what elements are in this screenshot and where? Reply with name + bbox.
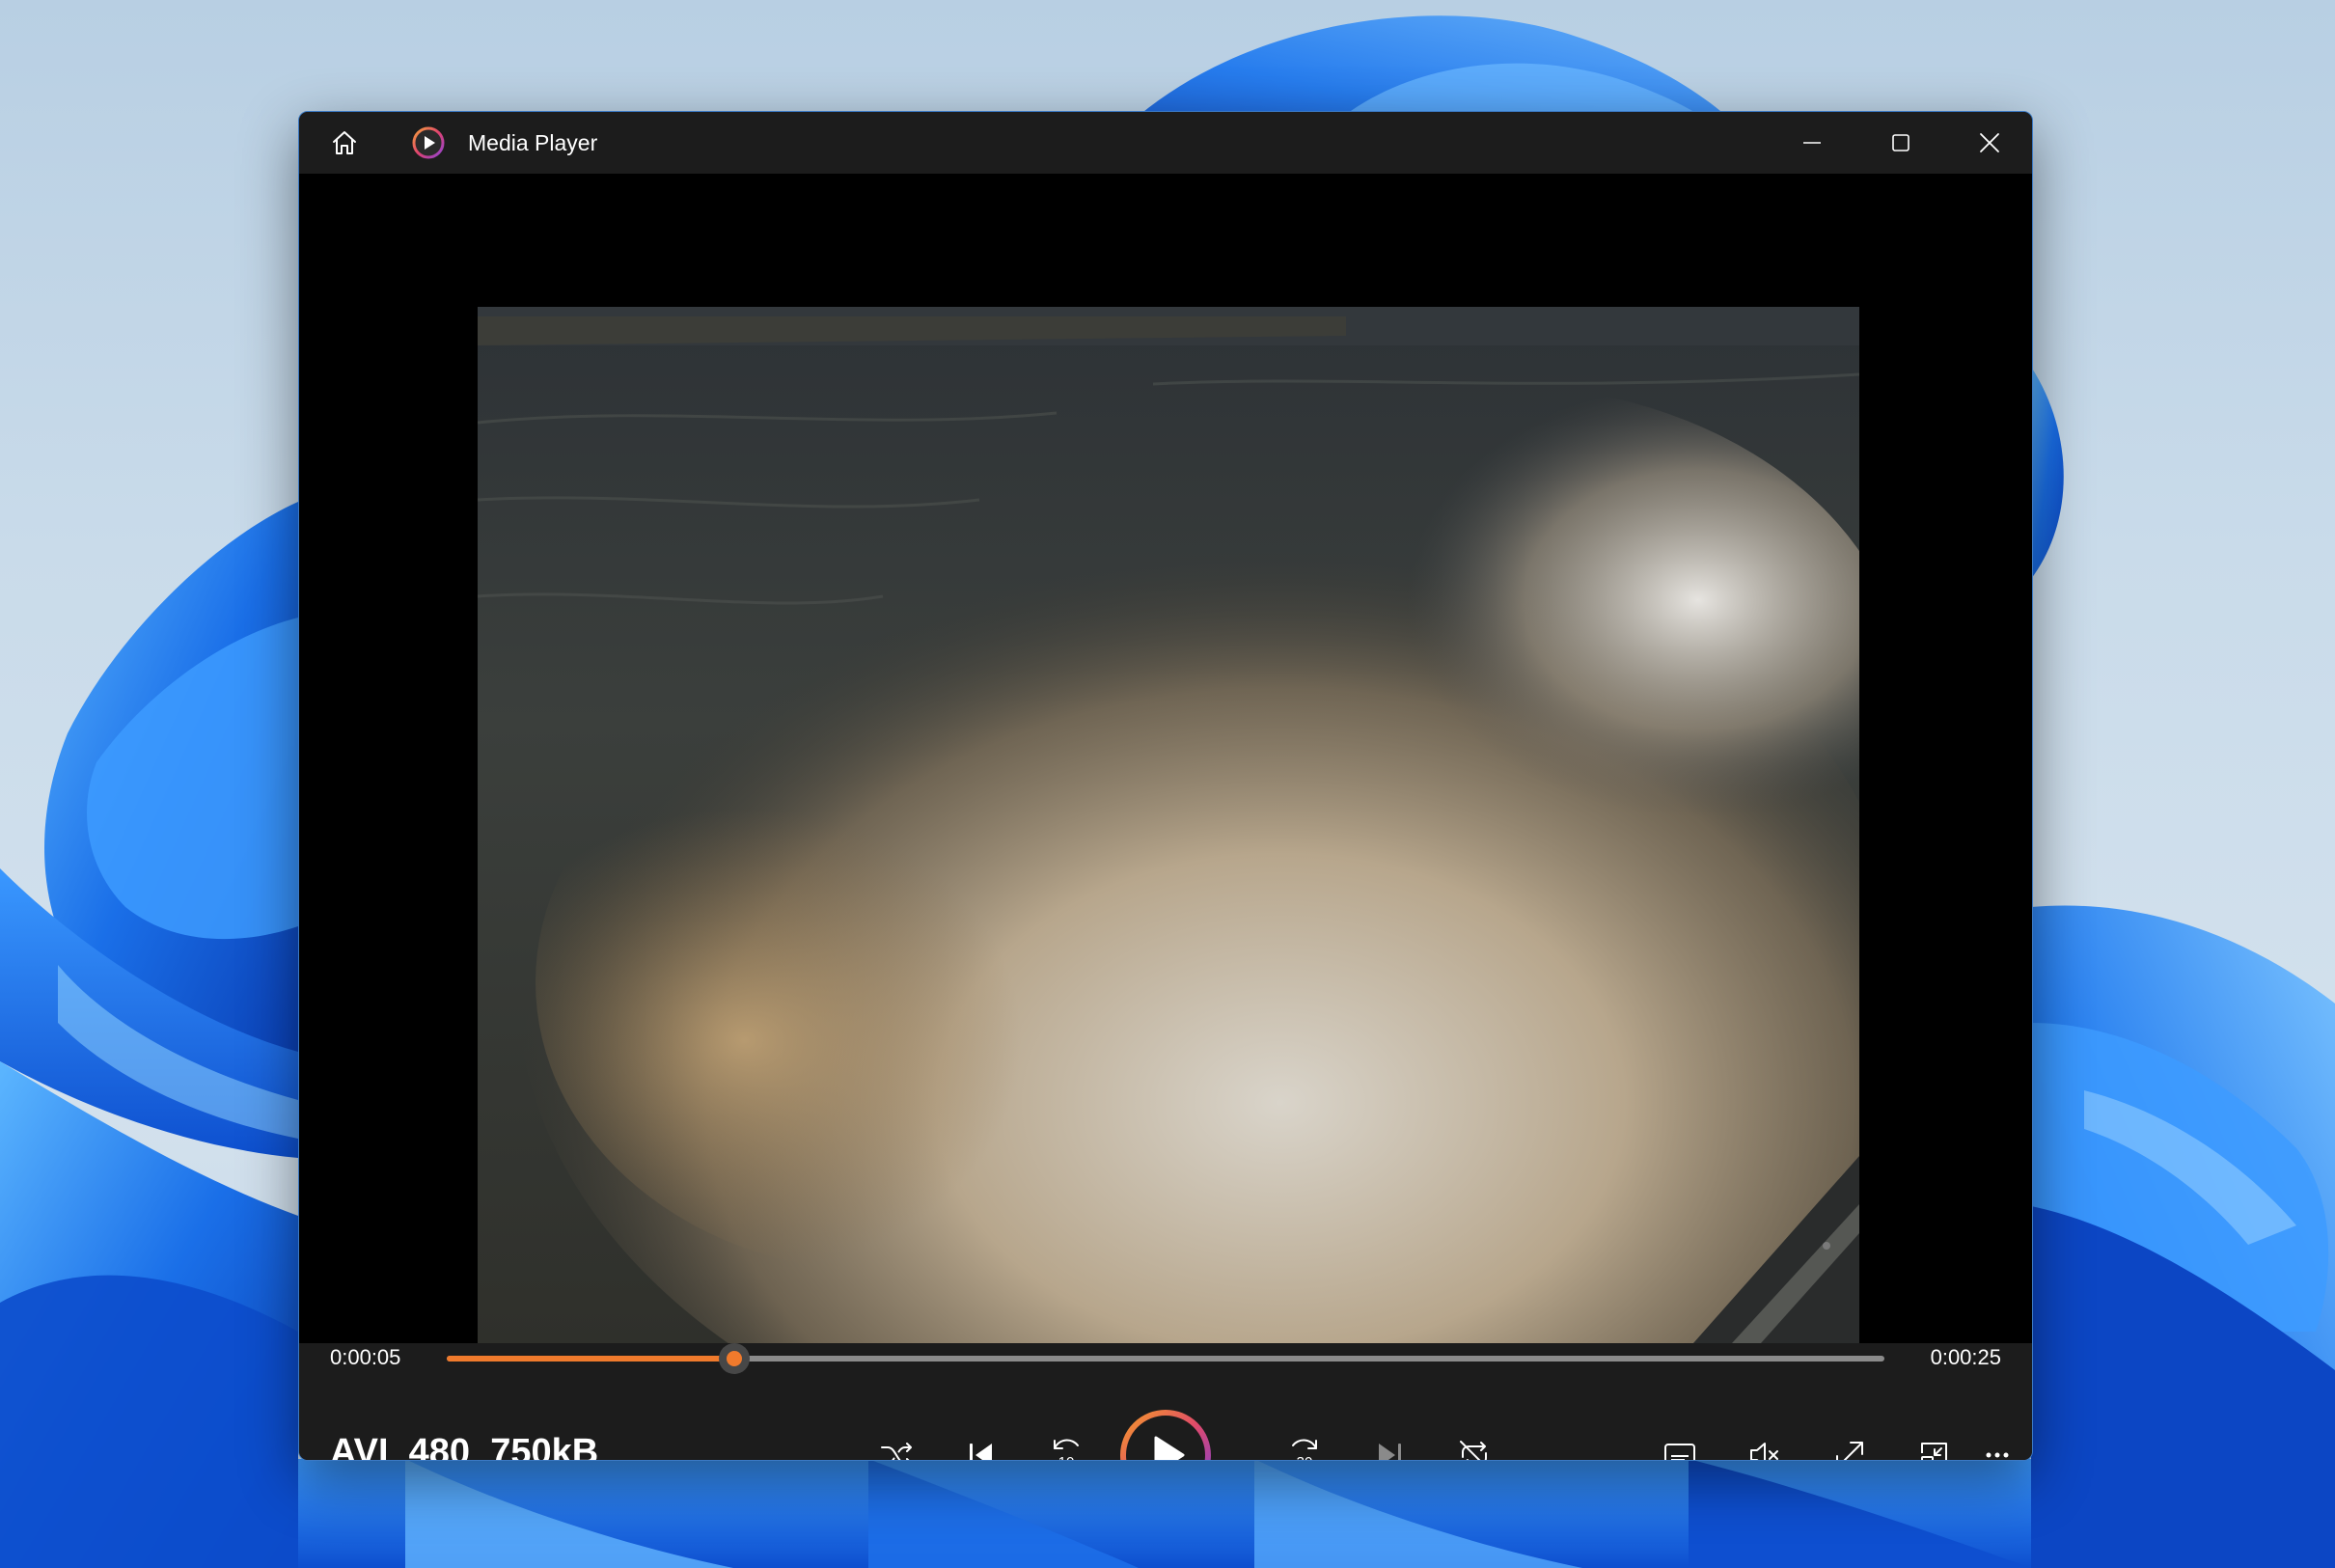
video-frame[interactable] xyxy=(478,307,1859,1343)
next-button[interactable] xyxy=(1360,1426,1418,1460)
title-bar: Media Player xyxy=(299,112,2032,174)
home-icon xyxy=(333,131,356,154)
captions-button[interactable] xyxy=(1651,1426,1709,1460)
minimize-button[interactable] xyxy=(1768,112,1856,174)
video-area[interactable] xyxy=(299,174,2032,1343)
fullscreen-button[interactable] xyxy=(1821,1426,1879,1460)
mini-player-button[interactable] xyxy=(1906,1426,1964,1460)
total-duration: 0:00:25 xyxy=(1930,1345,2001,1369)
previous-icon xyxy=(970,1444,992,1460)
volume-muted-icon xyxy=(1750,1443,1778,1460)
shuffle-icon xyxy=(881,1443,912,1460)
playback-controls: 0:00:05 0:00:25 AVI_480_750kB 10 xyxy=(299,1343,2032,1460)
shuffle-button[interactable] xyxy=(867,1426,925,1460)
video-frame-image xyxy=(478,307,1859,1343)
minimize-icon xyxy=(1803,142,1821,144)
maximize-icon xyxy=(1892,134,1909,151)
seek-bar-progress xyxy=(447,1356,734,1362)
close-button[interactable] xyxy=(1945,112,2032,174)
current-time: 0:00:05 xyxy=(330,1345,401,1369)
seek-thumb-dot xyxy=(727,1351,742,1366)
skip-back-label: 10 xyxy=(1058,1454,1075,1461)
close-icon xyxy=(1980,133,1999,152)
previous-button[interactable] xyxy=(952,1426,1010,1460)
media-player-logo-icon xyxy=(407,112,450,174)
home-button[interactable] xyxy=(318,112,371,174)
more-options-icon xyxy=(1986,1452,2009,1458)
skip-forward-label: 30 xyxy=(1297,1454,1313,1461)
media-title: AVI_480_750kB xyxy=(330,1432,599,1461)
media-player-window: Media Player 0:00:05 0:00:25 AVI_480_750… xyxy=(298,111,2033,1461)
next-icon xyxy=(1379,1444,1401,1460)
repeat-off-icon xyxy=(1460,1441,1487,1460)
skip-back-button[interactable]: 10 xyxy=(1037,1426,1095,1461)
fullscreen-icon xyxy=(1836,1442,1863,1460)
mini-player-icon xyxy=(1921,1443,1947,1460)
app-title: Media Player xyxy=(468,130,598,155)
skip-back-10-icon: 10 xyxy=(1054,1439,1079,1461)
repeat-button[interactable] xyxy=(1445,1426,1503,1460)
more-options-button[interactable] xyxy=(1968,1426,2026,1460)
maximize-button[interactable] xyxy=(1856,112,1945,174)
seek-thumb[interactable] xyxy=(719,1343,750,1374)
seek-bar[interactable] xyxy=(447,1343,1884,1374)
skip-forward-30-icon: 30 xyxy=(1292,1439,1317,1461)
skip-forward-button[interactable]: 30 xyxy=(1276,1426,1333,1461)
play-icon xyxy=(1120,1410,1211,1460)
captions-icon xyxy=(1664,1444,1695,1460)
volume-button[interactable] xyxy=(1736,1426,1794,1460)
play-button[interactable] xyxy=(1117,1407,1214,1460)
